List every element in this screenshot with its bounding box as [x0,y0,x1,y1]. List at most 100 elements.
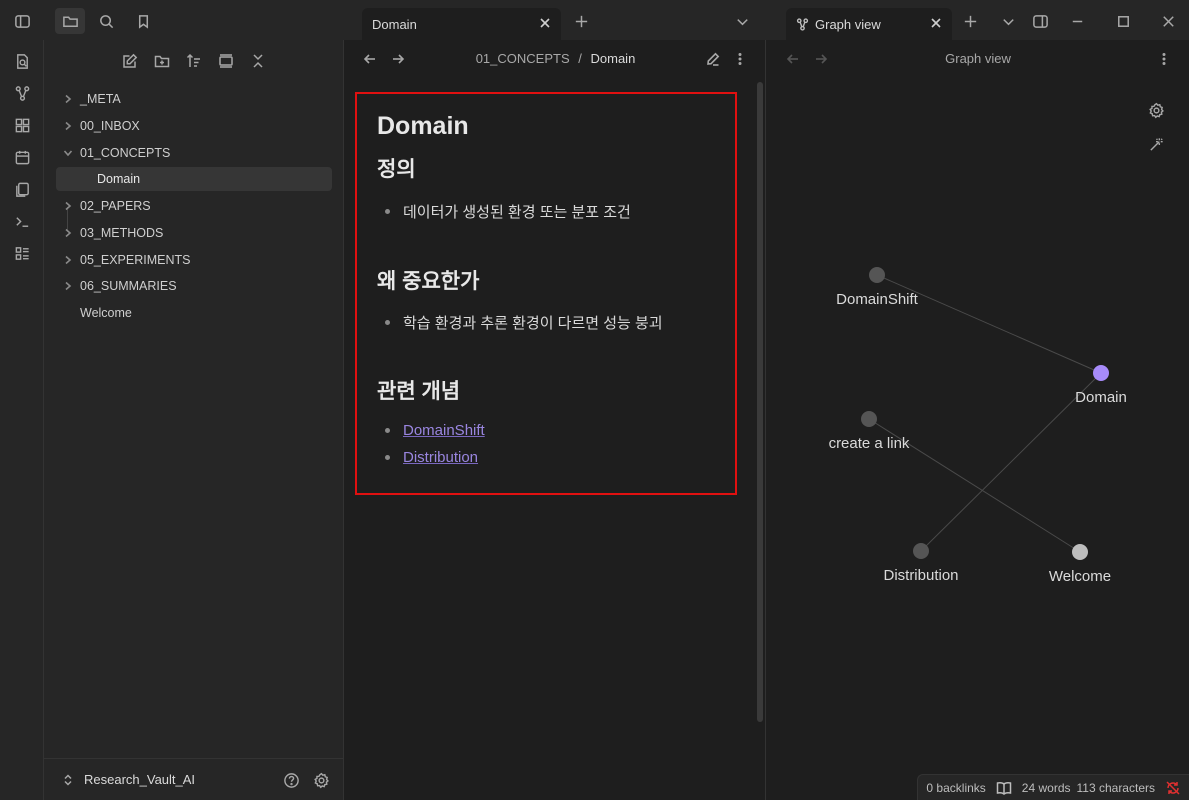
section-heading: 왜 중요한가 [377,270,480,293]
graph-icon [796,17,815,31]
bookmark-icon[interactable] [130,8,156,34]
close-tab-icon[interactable] [928,15,944,31]
folder-experiments[interactable]: 05_EXPERIMENTS [56,248,332,272]
chevron-right-icon [56,255,80,265]
graph-node-label: Distribution [883,567,958,584]
collapse-all-icon[interactable] [247,50,269,72]
tab-domain[interactable]: Domain [362,8,561,40]
more-options-icon[interactable] [731,50,749,68]
new-tab-icon[interactable] [957,8,983,34]
templates-icon[interactable] [9,176,35,202]
graph-edge [920,372,1102,552]
file-explorer-toolbar [44,50,344,72]
status-bar: 0 backlinks 24 words 113 characters [917,774,1189,800]
internal-link-domainshift[interactable]: DomainShift [403,422,485,439]
vault-switcher-bar: Research_Vault_AI [44,758,344,800]
list-item-text: 데이터가 생성된 환경 또는 분포 조건 [403,204,631,221]
help-icon[interactable] [281,770,301,790]
settings-gear-icon[interactable] [311,770,331,790]
graph-node-label: DomainShift [836,291,919,308]
graph-node-create-a-link[interactable] [861,411,877,427]
note-editor: 01_CONCEPTS / Domain Domain 정의 데이터가 생성된 … [345,40,766,800]
folder-summaries[interactable]: 06_SUMMARIES [56,274,332,298]
title-bar: Domain Graph view [0,0,1189,40]
close-tab-icon[interactable] [537,15,553,31]
vault-chevron-icon[interactable] [60,772,76,788]
bullet-dot [385,428,390,433]
vault-name[interactable]: Research_Vault_AI [84,772,195,787]
chevron-down-icon [56,148,80,158]
breadcrumb-separator: / [578,51,582,66]
editor-scrollbar[interactable] [757,82,763,722]
breadcrumb-folder[interactable]: 01_CONCEPTS [476,51,570,66]
search-icon[interactable] [93,8,119,34]
graph-node-domainshift[interactable] [869,267,885,283]
folder-methods[interactable]: 03_METHODS [56,221,332,245]
graph-node-label: Domain [1075,389,1127,406]
edit-mode-icon[interactable] [704,50,722,68]
list-item: 데이터가 생성된 환경 또는 분포 조건 [385,201,631,222]
graph-node-label: create a link [829,435,910,452]
sort-icon[interactable] [183,50,205,72]
auto-reveal-icon[interactable] [215,50,237,72]
section-heading: 관련 개념 [377,380,461,403]
breadcrumb-file[interactable]: Domain [591,51,636,66]
list-item-text: 학습 환경과 추론 환경이 다르면 성능 붕괴 [403,315,663,332]
list-item: Distribution [385,449,478,466]
graph-edge [876,274,1102,374]
folder-inbox[interactable]: 00_INBOX [56,114,332,138]
file-domain[interactable]: Domain [56,167,332,191]
graph-node-label: Welcome [1049,568,1111,585]
list-item: DomainShift [385,422,485,439]
tree-item-label: 02_PAPERS [80,199,151,213]
graph-canvas[interactable]: DomainShift Domain create a link Distrib… [767,40,1189,800]
minimize-icon[interactable] [1064,8,1090,34]
tree-item-label: 05_EXPERIMENTS [80,253,191,267]
sync-error-icon[interactable] [1165,780,1181,796]
new-folder-icon[interactable] [151,50,173,72]
reading-mode-book-icon[interactable] [996,780,1012,796]
new-tab-icon[interactable] [568,8,594,34]
canvas-icon[interactable] [9,112,35,138]
tab-list-chevron-icon[interactable] [729,8,755,34]
folder-meta[interactable]: _META [56,87,332,111]
backlinks-count[interactable]: 0 backlinks [926,781,985,795]
internal-link-distribution[interactable]: Distribution [403,449,478,466]
maximize-icon[interactable] [1110,8,1136,34]
folder-concepts[interactable]: 01_CONCEPTS [56,141,332,165]
files-tab-icon[interactable] [55,8,85,34]
file-welcome[interactable]: Welcome [56,301,332,325]
tab-label: Graph view [815,16,881,32]
chevron-right-icon [56,228,80,238]
section-heading: 정의 [377,158,416,181]
tree-item-label: 00_INBOX [80,119,140,133]
bases-icon[interactable] [9,240,35,266]
file-explorer: _META 00_INBOX 01_CONCEPTS Domain 02_PAP… [44,40,344,800]
tab-list-chevron-icon[interactable] [995,8,1021,34]
new-note-icon[interactable] [119,50,141,72]
list-item: 학습 환경과 추론 환경이 다르면 성능 붕괴 [385,312,663,333]
graph-node-welcome[interactable] [1072,544,1088,560]
tree-item-label: 03_METHODS [80,226,164,240]
editor-header: 01_CONCEPTS / Domain [345,40,766,78]
close-window-icon[interactable] [1155,8,1181,34]
command-palette-icon[interactable] [9,208,35,234]
calendar-icon[interactable] [9,144,35,170]
tree-item-label: 01_CONCEPTS [80,146,171,160]
character-count: 113 characters [1076,780,1156,795]
graph-node-distribution[interactable] [913,543,929,559]
tree-item-label: Welcome [80,306,132,320]
breadcrumb: 01_CONCEPTS / Domain [345,51,766,66]
tab-graph-view[interactable]: Graph view [786,8,952,40]
graph-view-icon[interactable] [9,80,35,106]
chevron-right-icon [56,94,80,104]
note-title: Domain [377,112,469,140]
folder-papers[interactable]: 02_PAPERS [56,194,332,218]
tree-item-label: _META [80,92,121,106]
graph-node-domain[interactable] [1093,365,1109,381]
sidebar-toggle-icon[interactable] [9,8,35,34]
quick-switcher-icon[interactable] [9,48,35,74]
right-sidebar-toggle-icon[interactable] [1027,8,1053,34]
graph-view-pane: Graph view DomainShift Domain create a l… [767,40,1189,800]
bullet-dot [385,320,390,325]
